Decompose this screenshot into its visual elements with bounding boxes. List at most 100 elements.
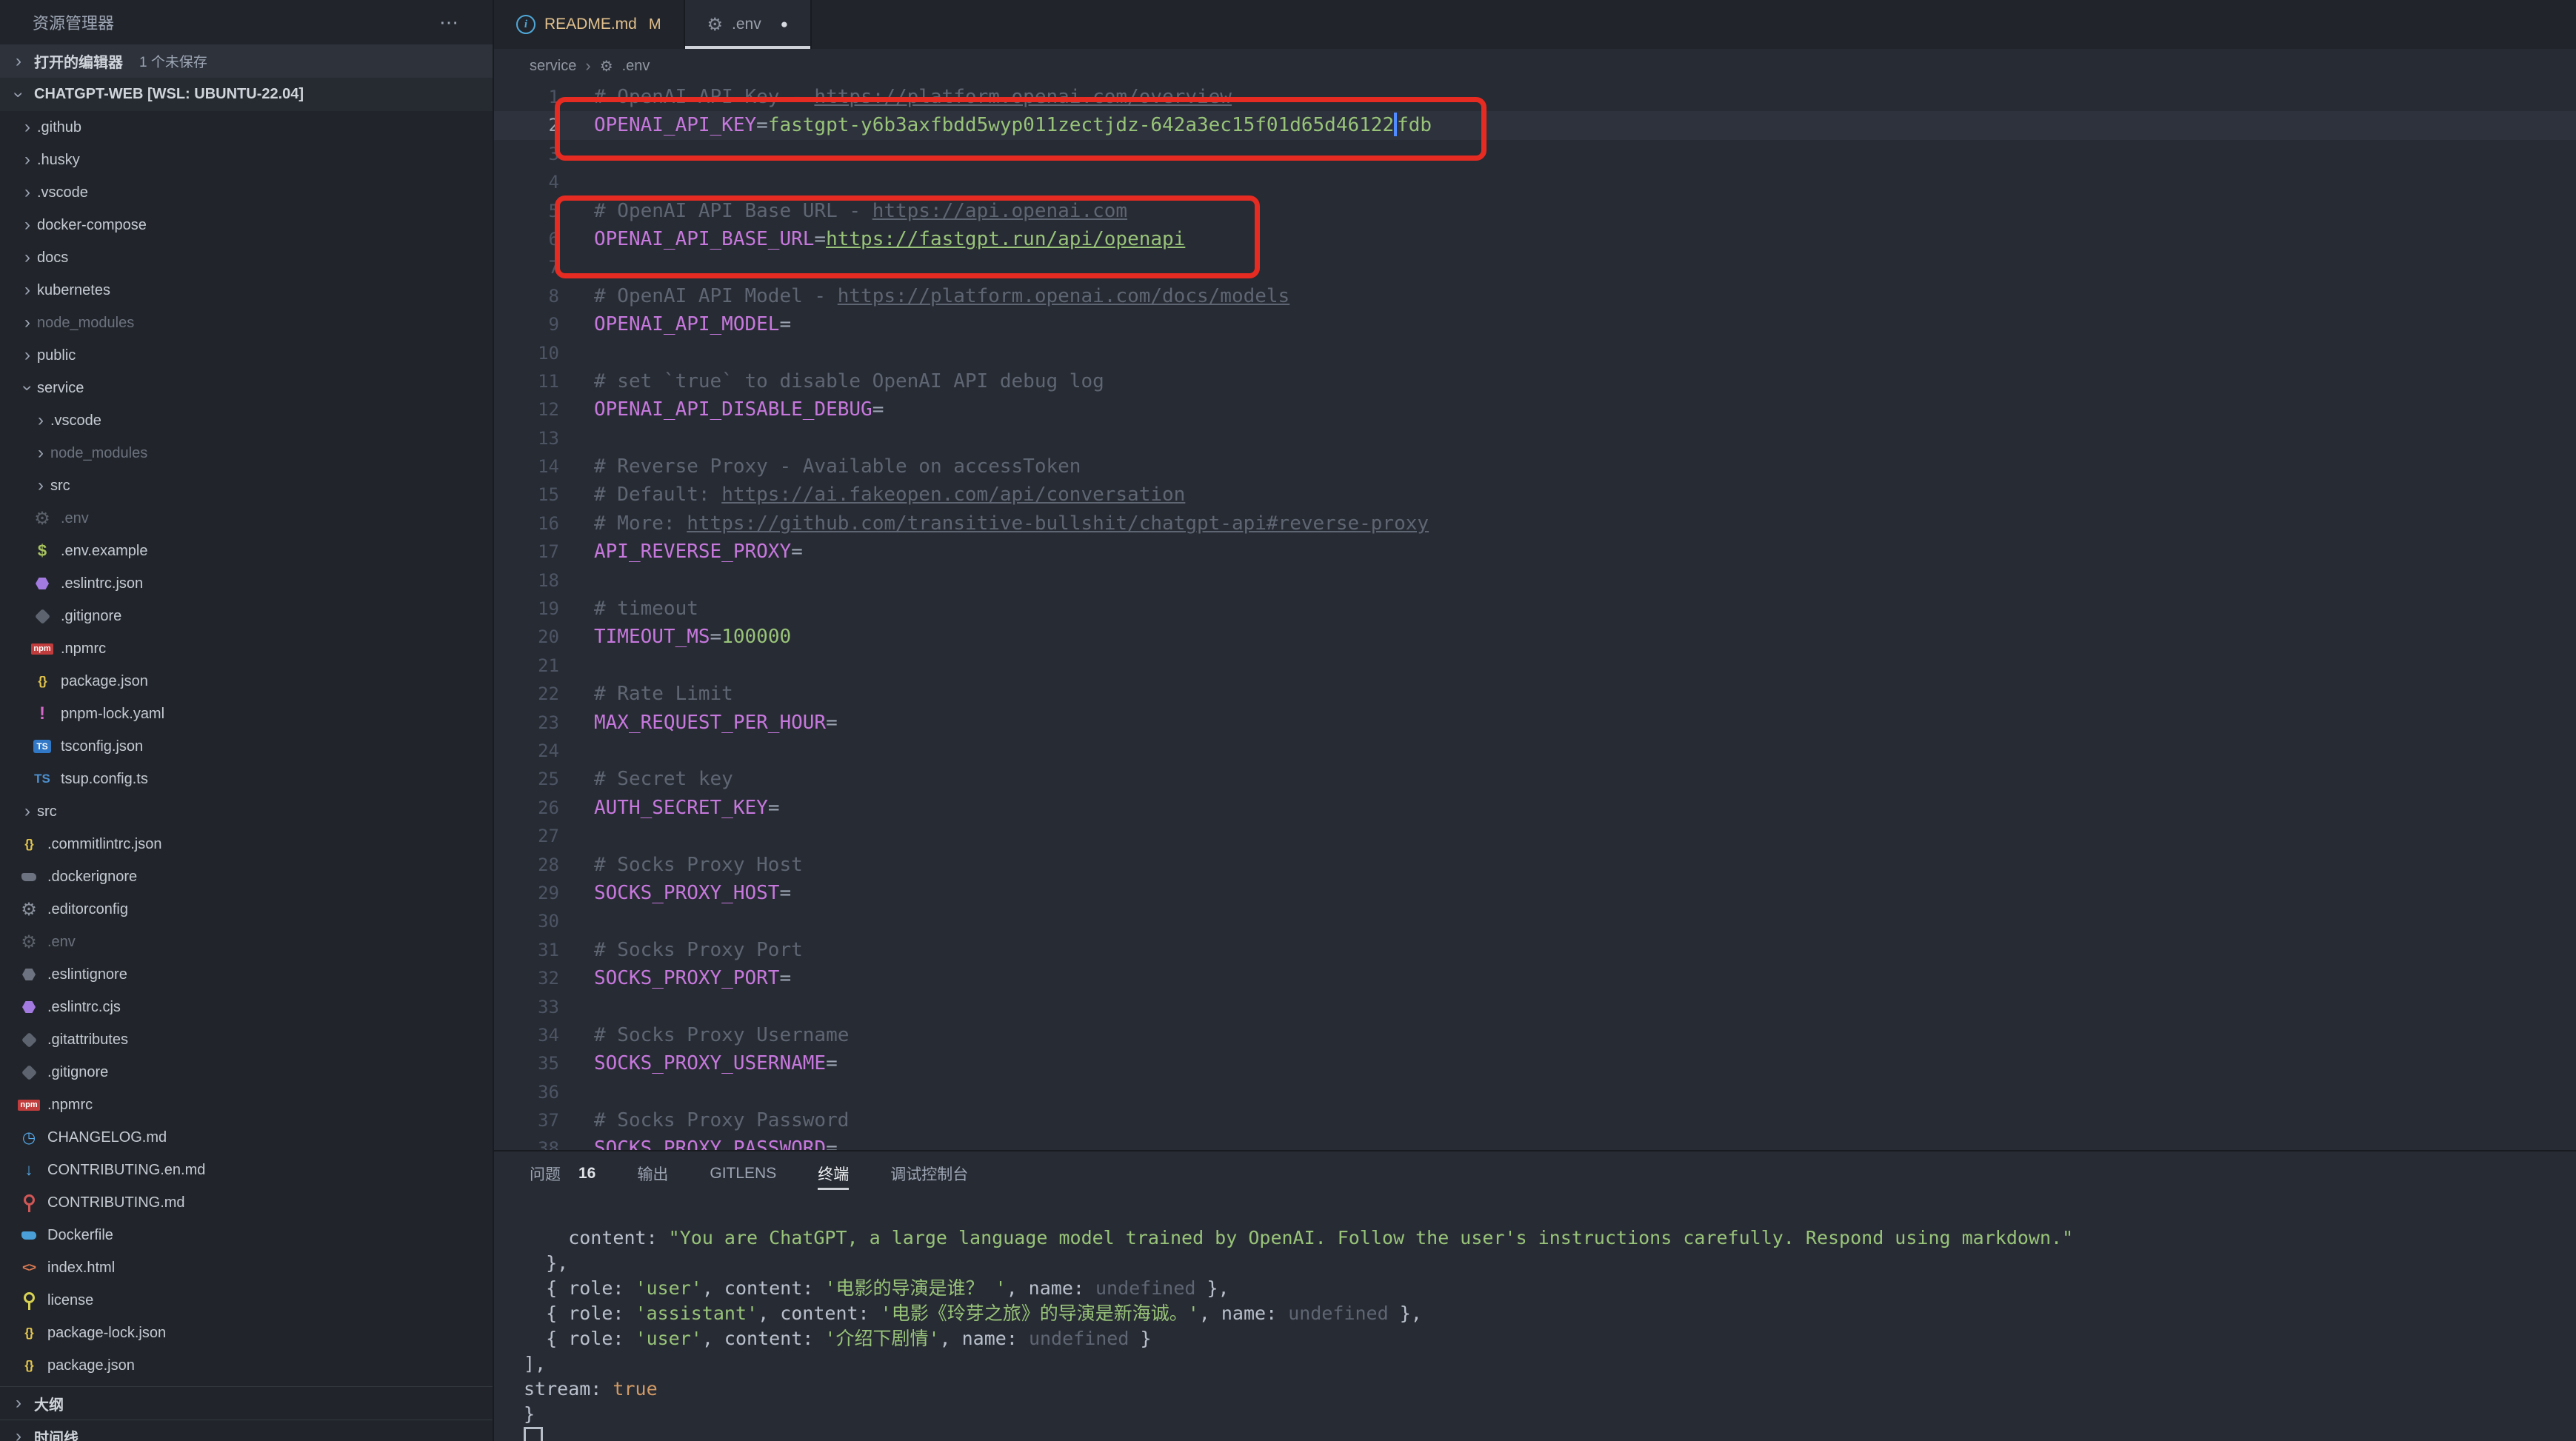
tree-item-docs[interactable]: ›docs [0,241,493,274]
code-line-7[interactable]: 7 [494,253,2576,281]
code-line-12[interactable]: 12OPENAI_API_DISABLE_DEBUG= [494,395,2576,424]
panel-tab-GITLENS[interactable]: GITLENS [710,1151,776,1196]
tree-item-.env.example[interactable]: $.env.example [0,535,493,567]
tree-item-package.json[interactable]: {}package.json [0,1349,493,1382]
tree-item-package-lock.json[interactable]: {}package-lock.json [0,1317,493,1349]
code-line-11[interactable]: 11# set `true` to disable OpenAI API deb… [494,367,2576,395]
code-line-37[interactable]: 37# Socks Proxy Password [494,1106,2576,1134]
code-line-30[interactable]: 30 [494,907,2576,935]
tree-item-.npmrc[interactable]: .npmrc [0,1089,493,1121]
code-line-36[interactable]: 36 [494,1078,2576,1106]
code-line-19[interactable]: 19# timeout [494,595,2576,623]
code-line-34[interactable]: 34# Socks Proxy Username [494,1021,2576,1049]
terminal-output[interactable]: content: "You are ChatGPT, a large langu… [494,1196,2576,1441]
tree-item-.husky[interactable]: ›.husky [0,144,493,176]
code-line-5[interactable]: 5# OpenAI API Base URL - https://api.ope… [494,197,2576,225]
code-line-24[interactable]: 24 [494,737,2576,765]
code-line-32[interactable]: 32SOCKS_PROXY_PORT= [494,964,2576,992]
code-line-6[interactable]: 6OPENAI_API_BASE_URL=https://fastgpt.run… [494,225,2576,253]
tree-item-.gitattributes[interactable]: .gitattributes [0,1023,493,1056]
breadcrumb-folder[interactable]: service [530,58,576,75]
code-line-20[interactable]: 20TIMEOUT_MS=100000 [494,623,2576,651]
tree-item-tsup.config.ts[interactable]: TStsup.config.ts [0,763,493,795]
code-line-2[interactable]: 2OPENAI_API_KEY=fastgpt-y6b3axfbdd5wyp01… [494,111,2576,139]
tree-item-CONTRIBUTING.en.md[interactable]: ↓CONTRIBUTING.en.md [0,1154,493,1186]
code-line-4[interactable]: 4 [494,168,2576,196]
tree-item-.gitignore[interactable]: .gitignore [0,1056,493,1089]
npm-icon [31,638,53,660]
timeline-section[interactable]: › 时间线 [0,1420,493,1441]
code-line-8[interactable]: 8# OpenAI API Model - https://platform.o… [494,282,2576,310]
tree-item-.eslintrc.cjs[interactable]: .eslintrc.cjs [0,991,493,1023]
code-line-10[interactable]: 10 [494,339,2576,367]
panel-tab-调试控制台[interactable]: 调试控制台 [890,1151,968,1196]
more-actions-icon[interactable]: ⋯ [439,11,460,34]
tree-item-.env[interactable]: ⚙.env [0,926,493,958]
code-line-13[interactable]: 13 [494,424,2576,452]
project-root-section[interactable]: › CHATGPT-WEB [WSL: UBUNTU-22.04] [0,78,493,111]
code-line-38[interactable]: 38SOCKS_PROXY_PASSWORD= [494,1134,2576,1150]
tree-item-tsconfig.json[interactable]: tsconfig.json [0,730,493,763]
tree-item-.eslintrc.json[interactable]: .eslintrc.json [0,567,493,600]
tree-item-.vscode[interactable]: ›.vscode [0,404,493,437]
tree-item-.gitignore[interactable]: .gitignore [0,600,493,632]
tree-item-.npmrc[interactable]: .npmrc [0,632,493,665]
panel-tab-输出[interactable]: 输出 [637,1151,668,1196]
tree-item-service[interactable]: ›service [0,372,493,404]
tree-item-node-modules[interactable]: ›node_modules [0,437,493,469]
code-token: # Socks Proxy Host [594,854,803,876]
code-line-3[interactable]: 3 [494,140,2576,168]
tree-item-.dockerignore[interactable]: .dockerignore [0,860,493,893]
code-line-15[interactable]: 15# Default: https://ai.fakeopen.com/api… [494,481,2576,509]
tree-item-package.json[interactable]: {}package.json [0,665,493,698]
whale-blue-icon [18,1224,40,1246]
code-line-28[interactable]: 28# Socks Proxy Host [494,851,2576,879]
line-number: 7 [494,253,559,281]
tree-item-node-modules[interactable]: ›node_modules [0,307,493,339]
tree-item-.github[interactable]: ›.github [0,111,493,144]
breadcrumb-file[interactable]: .env [622,58,650,75]
open-editors-section[interactable]: › 打开的编辑器 1 个未保存 [0,44,493,78]
code-line-35[interactable]: 35SOCKS_PROXY_USERNAME= [494,1049,2576,1077]
tree-item-Dockerfile[interactable]: Dockerfile [0,1219,493,1251]
tree-item-pnpm-lock.yaml[interactable]: !pnpm-lock.yaml [0,698,493,730]
tree-item-license[interactable]: license [0,1284,493,1317]
outline-section[interactable]: › 大纲 [0,1386,493,1420]
code-line-1[interactable]: 1# OpenAI API Key - https://platform.ope… [494,83,2576,111]
code-line-18[interactable]: 18 [494,566,2576,595]
tree-item-index.html[interactable]: <>index.html [0,1251,493,1284]
tab-env[interactable]: ⚙ .env ● [685,0,812,49]
tree-item-CHANGELOG.md[interactable]: ◷CHANGELOG.md [0,1121,493,1154]
tree-item-.commitlintrc.json[interactable]: {}.commitlintrc.json [0,828,493,860]
panel-tab-终端[interactable]: 终端 [818,1151,849,1196]
braces-icon: {} [18,1322,40,1344]
tree-item-src[interactable]: ›src [0,469,493,502]
unsaved-dot-icon[interactable]: ● [781,17,788,32]
code-line-26[interactable]: 26AUTH_SECRET_KEY= [494,794,2576,822]
tree-item-.editorconfig[interactable]: ⚙.editorconfig [0,893,493,926]
code-line-25[interactable]: 25# Secret key [494,765,2576,793]
tree-item-.env[interactable]: ⚙.env [0,502,493,535]
tree-item-public[interactable]: ›public [0,339,493,372]
code-line-29[interactable]: 29SOCKS_PROXY_HOST= [494,879,2576,907]
line-number: 11 [494,367,559,395]
code-line-14[interactable]: 14# Reverse Proxy - Available on accessT… [494,452,2576,481]
panel-tab-问题[interactable]: 问题16 [530,1151,595,1196]
code-line-31[interactable]: 31# Socks Proxy Port [494,936,2576,964]
tree-item-kubernetes[interactable]: ›kubernetes [0,274,493,307]
code-line-9[interactable]: 9OPENAI_API_MODEL= [494,310,2576,338]
tree-item-.vscode[interactable]: ›.vscode [0,176,493,209]
tree-item-src[interactable]: ›src [0,795,493,828]
code-line-17[interactable]: 17API_REVERSE_PROXY= [494,538,2576,566]
tab-readme[interactable]: i README.md M [494,0,685,49]
tree-item-.eslintignore[interactable]: .eslintignore [0,958,493,991]
code-line-33[interactable]: 33 [494,993,2576,1021]
tree-item-docker-compose[interactable]: ›docker-compose [0,209,493,241]
code-line-22[interactable]: 22# Rate Limit [494,680,2576,708]
code-editor[interactable]: 1# OpenAI API Key - https://platform.ope… [494,83,2576,1150]
code-line-23[interactable]: 23MAX_REQUEST_PER_HOUR= [494,709,2576,737]
tree-item-CONTRIBUTING.md[interactable]: CONTRIBUTING.md [0,1186,493,1219]
code-line-27[interactable]: 27 [494,822,2576,850]
code-line-21[interactable]: 21 [494,652,2576,680]
code-line-16[interactable]: 16# More: https://github.com/transitive-… [494,509,2576,538]
